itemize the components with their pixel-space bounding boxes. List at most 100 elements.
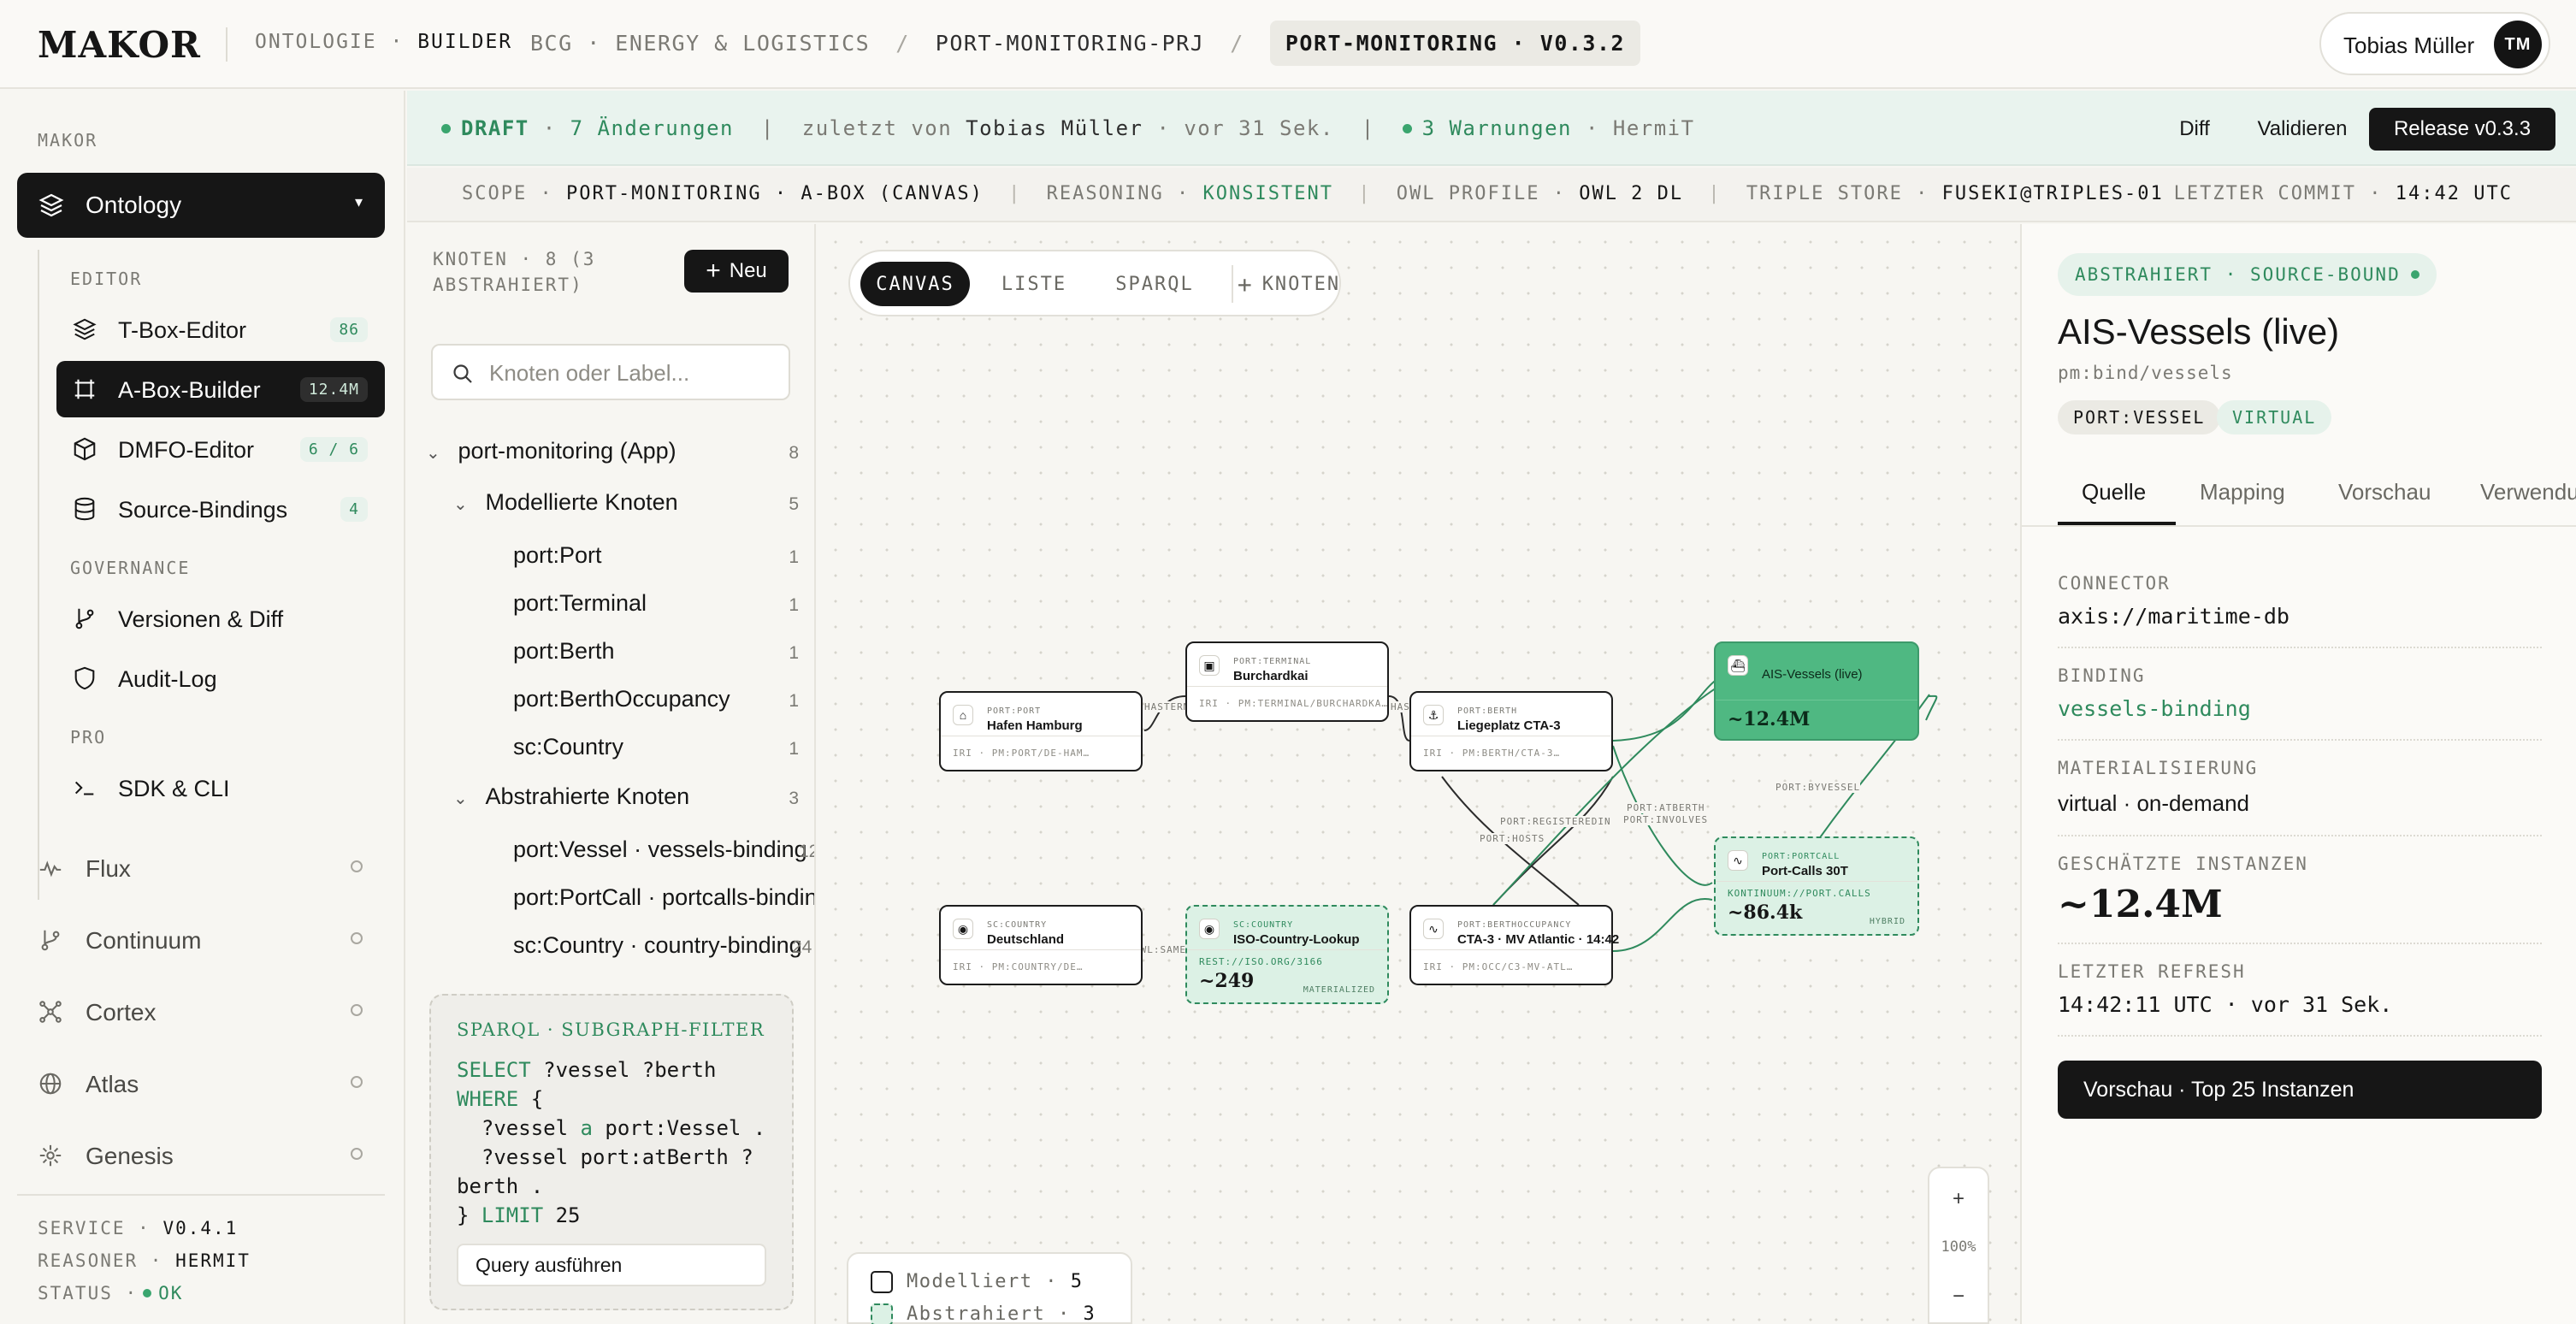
user-menu[interactable]: Tobias Müller TM xyxy=(2319,12,2550,75)
sidebar-module-flux[interactable]: Flux xyxy=(17,836,385,898)
divider: | xyxy=(1708,183,1722,204)
graph-canvas[interactable]: CANVAS LISTE SPARQL + KNOTEN HASTERMINAL … xyxy=(818,224,2020,1324)
tree-guide xyxy=(38,250,39,900)
release-button[interactable]: Release v0.3.3 xyxy=(2369,108,2555,151)
tree-item-abstracted-group[interactable]: ⌄ Abstrahierte Knoten 3 xyxy=(453,783,799,828)
footer-value: V0.4.1 xyxy=(162,1218,239,1238)
binding-link[interactable]: vessels-binding xyxy=(2058,696,2251,721)
tab-quelle[interactable]: Quelle xyxy=(2082,479,2146,505)
tree-item-country-binding[interactable]: sc:Country · country-binding 24 xyxy=(513,932,814,968)
sidebar-item-dmfo-editor[interactable]: DMFO-Editor 6 / 6 xyxy=(56,421,385,477)
count-badge: 4 xyxy=(340,497,368,522)
materialization-value: virtual · on-demand xyxy=(2058,790,2249,816)
search-input[interactable] xyxy=(489,358,780,388)
sidebar-item-ontology[interactable]: Ontology ▾ xyxy=(17,173,385,238)
sidebar-module-genesis[interactable]: Genesis xyxy=(17,1124,385,1185)
breadcrumb-org[interactable]: BCG · ENERGY & LOGISTICS xyxy=(530,31,870,56)
node-value: ~12.4M xyxy=(1728,708,1811,730)
git-branch-icon xyxy=(75,608,94,629)
node-iso-country-lookup[interactable]: ◉ SC:COUNTRY ISO-Country-Lookup REST://I… xyxy=(1185,905,1389,1004)
sidebar-item-source-bindings[interactable]: Source-Bindings 4 xyxy=(56,481,385,537)
node-type: SC:COUNTRY xyxy=(1233,920,1294,930)
breadcrumb-project[interactable]: PORT-MONITORING-PRJ xyxy=(936,31,1204,56)
app-dot: · xyxy=(390,31,405,53)
tree-count: 5 xyxy=(789,494,799,514)
globe-icon: ◉ xyxy=(953,919,973,939)
node-value: ~86.4k xyxy=(1728,901,1803,924)
sidebar-item-sdk-cli[interactable]: SDK & CLI xyxy=(56,760,385,816)
divider xyxy=(2058,835,2542,836)
last-by-user: Tobias Müller xyxy=(966,116,1143,140)
breadcrumb-separator: / xyxy=(1230,30,1244,56)
section-label-editor: EDITOR xyxy=(70,269,143,289)
tree-item-port-terminal[interactable]: port:Terminal 1 xyxy=(513,590,799,635)
run-query-button[interactable]: Query ausführen xyxy=(457,1244,766,1286)
node-ais-vessels[interactable]: ⛴ AIS-Vessels (live) ~12.4M xyxy=(1714,641,1919,741)
sidebar-module-continuum[interactable]: Continuum xyxy=(17,908,385,970)
footer-value: HERMIT xyxy=(175,1250,251,1271)
tree-item-modelled-group[interactable]: ⌄ Modellierte Knoten 5 xyxy=(453,489,799,534)
node-liegeplatz[interactable]: ⚓ PORT:BERTH Liegeplatz CTA-3 IRI · PM:B… xyxy=(1409,691,1613,771)
sidebar-item-versions-diff[interactable]: Versionen & Diff xyxy=(56,590,385,647)
preview-button[interactable]: Vorschau · Top 25 Instanzen xyxy=(2058,1061,2542,1119)
tab-verwendung[interactable]: Verwendung xyxy=(2480,479,2576,505)
footer-key: STATUS xyxy=(38,1283,113,1303)
divider xyxy=(1187,949,1387,950)
node-berth-occupancy[interactable]: ∿ PORT:BERTHOCCUPANCY CTA-3 · MV Atlanti… xyxy=(1409,905,1619,985)
scope-bar: SCOPE · PORT-MONITORING · A-BOX (CANVAS)… xyxy=(407,168,2576,222)
zoom-controls: + 100% − xyxy=(1928,1167,1989,1324)
legend-abstracted: Abstrahiert · 3 xyxy=(871,1303,1096,1324)
makor-logo[interactable]: MAKOR xyxy=(38,24,201,66)
tree-count: 1 xyxy=(789,691,799,711)
sidebar-module-cortex[interactable]: Cortex xyxy=(17,980,385,1042)
sidebar-item-tbox-editor[interactable]: T-Box-Editor 86 xyxy=(56,301,385,358)
tree-label: port:Port xyxy=(513,542,602,568)
validate-button[interactable]: Validieren xyxy=(2239,108,2366,151)
edge-label: PORT:BYVESSEL xyxy=(1775,782,1861,793)
new-node-button[interactable]: + Neu xyxy=(684,250,789,293)
diff-button[interactable]: Diff xyxy=(2160,108,2229,151)
sidebar-item-abox-builder[interactable]: A-Box-Builder 12.4M xyxy=(56,361,385,417)
tree-item-app[interactable]: ⌄ port-monitoring (App) 8 xyxy=(426,438,799,482)
warnings-count[interactable]: 3 Warnungen xyxy=(1422,116,1572,140)
sparql-text: ?vessel xyxy=(457,1116,581,1140)
node-type: PORT:TERMINAL xyxy=(1233,657,1312,666)
node-port-calls[interactable]: ∿ PORT:PORTCALL Port-Calls 30T KONTINUUM… xyxy=(1714,836,1919,936)
node-source: REST://ISO.ORG/3166 xyxy=(1199,956,1323,967)
last-by-prefix: zuletzt von xyxy=(801,116,953,140)
node-iri: IRI · PM:TERMINAL/BURCHARDKA… xyxy=(1199,698,1389,709)
sidebar-module-atlas[interactable]: Atlas xyxy=(17,1052,385,1114)
inspector-panel: ABSTRAHIERT · SOURCE-BOUND AIS-Vessels (… xyxy=(2020,224,2576,1324)
sparql-text: port:Vessel . xyxy=(592,1116,766,1140)
user-name: Tobias Müller xyxy=(2343,33,2475,58)
node-deutschland[interactable]: ◉ SC:COUNTRY Deutschland IRI · PM:COUNTR… xyxy=(939,905,1143,985)
changes-count[interactable]: 7 Änderungen xyxy=(570,116,734,140)
ship-icon: ⛴ xyxy=(1728,655,1748,676)
node-name: AIS-Vessels (live) xyxy=(1762,667,1863,682)
tree-item-vessel-binding[interactable]: port:Vessel · vessels-binding 12 xyxy=(513,836,814,881)
sidebar-item-audit-log[interactable]: Audit-Log xyxy=(56,650,385,706)
tree-item-sc-country[interactable]: sc:Country 1 xyxy=(513,734,799,778)
tab-mapping[interactable]: Mapping xyxy=(2200,479,2285,505)
node-hafen-hamburg[interactable]: ⌂ PORT:PORT Hafen Hamburg IRI · PM:PORT/… xyxy=(939,691,1143,771)
tree-item-port-berthoccupancy[interactable]: port:BerthOccupancy 1 xyxy=(513,686,799,730)
node-search[interactable] xyxy=(431,344,790,400)
node-burchardkai[interactable]: ▣ PORT:TERMINAL Burchardkai IRI · PM:TER… xyxy=(1185,641,1389,722)
pulse-icon: ∿ xyxy=(1728,850,1748,871)
footer-status: STATUS · OK xyxy=(38,1283,184,1303)
node-name: Hafen Hamburg xyxy=(987,718,1083,733)
sparql-text: { xyxy=(518,1087,544,1111)
tree-item-port-berth[interactable]: port:Berth 1 xyxy=(513,638,799,683)
owl-key: OWL PROFILE xyxy=(1396,183,1540,204)
tree-label: sc:Country · country-binding xyxy=(513,932,802,958)
tree-item-portcall-binding[interactable]: port:PortCall · portcalls-binding xyxy=(513,884,814,929)
zoom-in-button[interactable]: + xyxy=(1929,1187,1988,1211)
node-count-header: KNOTEN · 8 (3 ABSTRAHIERT) xyxy=(433,249,596,295)
node-kind-badge: ABSTRAHIERT · SOURCE-BOUND xyxy=(2058,253,2437,296)
tab-vorschau[interactable]: Vorschau xyxy=(2338,479,2431,505)
sidebar-item-label: DMFO-Editor xyxy=(118,437,255,463)
sparql-editor[interactable]: SELECT ?vessel ?berth WHERE { ?vessel a … xyxy=(457,1055,765,1230)
breadcrumb-version[interactable]: PORT-MONITORING · V0.3.2 xyxy=(1269,20,1641,66)
tree-item-port-port[interactable]: port:Port 1 xyxy=(513,542,799,587)
zoom-out-button[interactable]: − xyxy=(1929,1285,1988,1309)
